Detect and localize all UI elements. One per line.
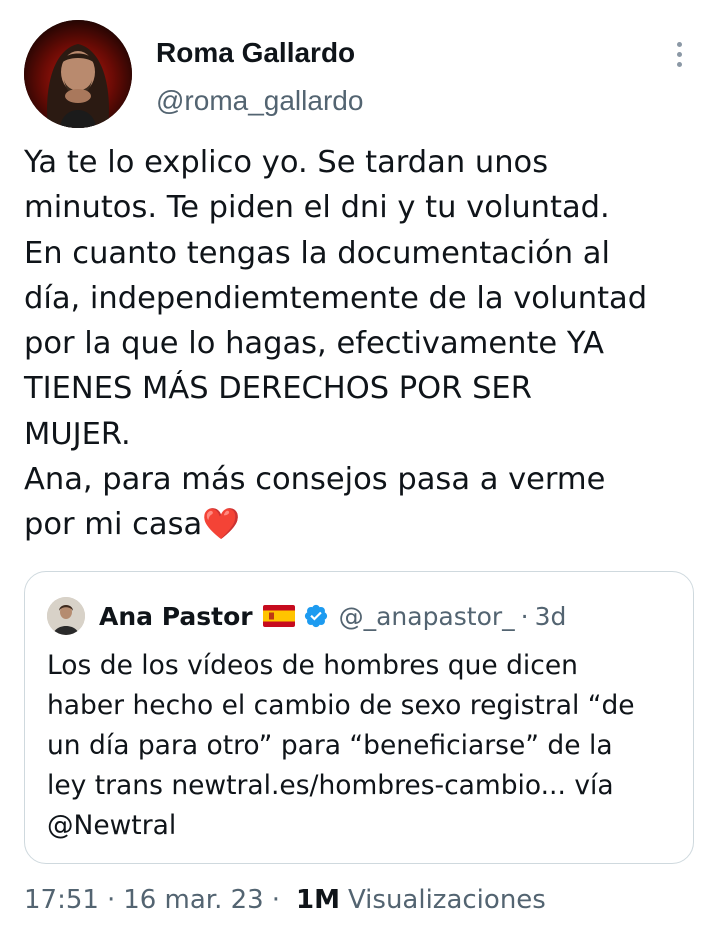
tweet-line: minutos. Te piden el dni y tu voluntad. bbox=[24, 190, 610, 226]
quoted-tweet-time[interactable]: 3d bbox=[535, 602, 567, 631]
heart-emoji-icon: ❤️ bbox=[202, 507, 241, 543]
views-count: 1M bbox=[296, 885, 340, 915]
more-options-button[interactable] bbox=[662, 34, 696, 74]
tweet-text: Ya te lo explico yo. Se tardan unos minu… bbox=[24, 140, 704, 548]
quoted-author-avatar[interactable] bbox=[47, 597, 85, 635]
views-label: Visualizaciones bbox=[347, 885, 546, 915]
author-avatar-image bbox=[24, 20, 132, 128]
author-display-name[interactable]: Roma Gallardo bbox=[156, 36, 355, 70]
tweet-line: Ya te lo explico yo. Se tardan unos bbox=[24, 145, 549, 180]
quoted-tweet-text: Los de los vídeos de hombres que dicen h… bbox=[47, 646, 677, 846]
author-handle[interactable]: @roma_gallardo bbox=[156, 84, 363, 118]
quoted-tweet-line: ley trans newtral.es/hombres-cambio... v… bbox=[47, 770, 614, 801]
quoted-tweet-line: @Newtral bbox=[47, 810, 177, 841]
tweet-line: Ana, para más consejos pasa a verme bbox=[24, 462, 606, 498]
author-avatar[interactable] bbox=[24, 20, 132, 128]
more-vertical-icon bbox=[676, 41, 682, 47]
quoted-tweet-line: un día para otro” para “beneficiarse” de… bbox=[47, 730, 613, 761]
spain-flag-icon bbox=[262, 605, 295, 627]
tweet-line: día, independiemtemente de la voluntad bbox=[24, 280, 648, 316]
tweet-line: por la que lo hagas, efectivamente YA bbox=[24, 326, 605, 362]
separator-dot: · bbox=[271, 885, 280, 915]
tweet-line: MUJER. bbox=[24, 416, 131, 452]
tweet-meta: 17:51 · 16 mar. 23 · 1M Visualizaciones bbox=[24, 880, 546, 920]
quoted-author-name[interactable]: Ana Pastor bbox=[99, 602, 253, 631]
tweet-time[interactable]: 17:51 bbox=[24, 885, 99, 915]
quoted-tweet-line: Los de los vídeos de hombres que dicen bbox=[47, 650, 578, 681]
tweet-date[interactable]: 16 mar. 23 bbox=[123, 885, 264, 915]
separator-dot: · bbox=[106, 885, 116, 915]
quoted-tweet-card[interactable]: Ana Pastor @_anapastor_ · 3d Los de los … bbox=[24, 571, 694, 864]
verified-badge-icon bbox=[303, 603, 329, 629]
tweet-line: En cuanto tengas la documentación al bbox=[24, 235, 610, 271]
quoted-tweet-line: haber hecho el cambio de sexo registral … bbox=[47, 690, 635, 721]
quoted-tweet-header: Ana Pastor @_anapastor_ · 3d bbox=[99, 596, 566, 636]
quoted-author-handle[interactable]: @_anapastor_ bbox=[339, 602, 515, 631]
separator-dot: · bbox=[520, 601, 529, 631]
tweet-line: TIENES MÁS DERECHOS POR SER bbox=[24, 371, 532, 407]
tweet-line: por mi casa bbox=[24, 507, 203, 543]
